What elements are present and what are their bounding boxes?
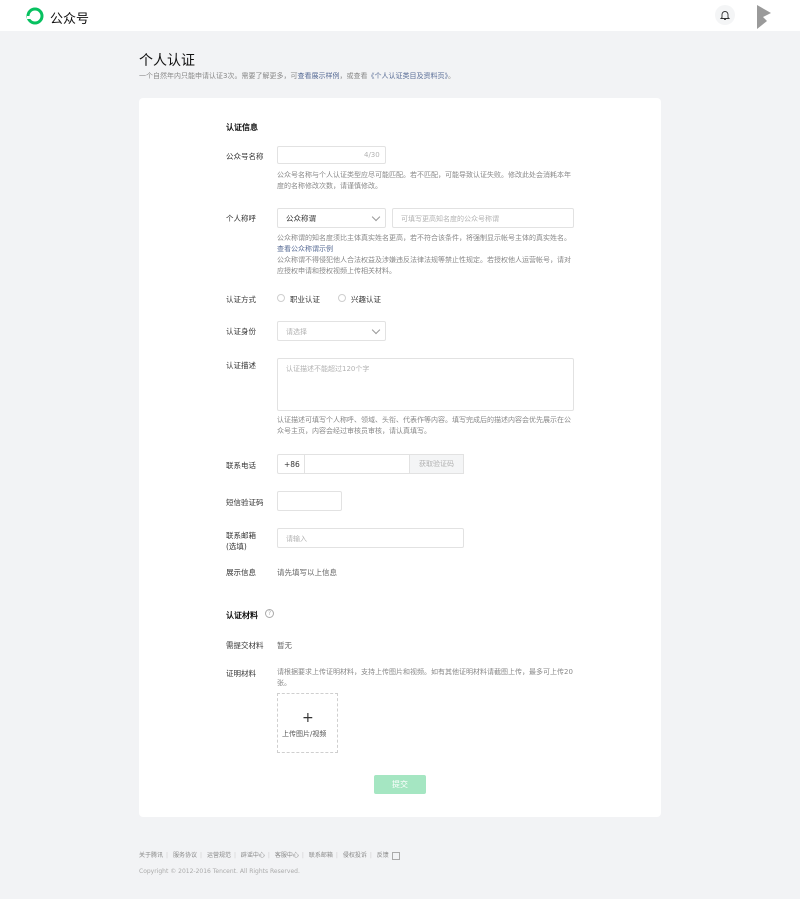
copyright: Copyright © 2012-2016 Tencent. All Right… — [139, 868, 300, 875]
personal-title-placeholder: 可填写更高知名度的公众号称谓 — [401, 215, 499, 223]
user-avatar[interactable] — [757, 5, 777, 29]
radio-interest-label[interactable]: 兴趣认证 — [351, 294, 381, 305]
footer-link[interactable]: 客服中心 — [275, 852, 299, 859]
footer-separator: | — [369, 852, 372, 859]
footer-separator: | — [335, 852, 338, 859]
plus-icon: + — [302, 710, 314, 726]
method-label: 认证方式 — [226, 295, 256, 304]
phone-label: 联系电话 — [226, 461, 256, 470]
proof-hint: 请根据要求上传证明材料，支持上传图片和视频。如有其他证明材料请截图上传，最多可上… — [277, 668, 573, 687]
footer-link[interactable]: 关于腾讯 — [139, 852, 163, 859]
account-name-hint: 公众号名称与个人认证类型应尽可能匹配。若不匹配，可能导致认证失败。修改此处会消耗… — [277, 171, 571, 190]
get-code-button[interactable]: 获取验证码 — [409, 454, 464, 474]
footer-separator: | — [267, 852, 270, 859]
personal-title-select-value: 公众称谓 — [286, 214, 316, 223]
radio-professional-label[interactable]: 职业认证 — [290, 294, 320, 305]
footer-separator: | — [166, 852, 169, 859]
required-materials-value: 暂无 — [277, 641, 292, 650]
personal-title-label: 个人称呼 — [226, 214, 256, 223]
phone-divider — [304, 455, 305, 473]
radio-interest[interactable] — [338, 294, 346, 302]
radio-professional[interactable] — [277, 294, 285, 302]
email-placeholder: 请输入 — [286, 535, 307, 543]
footer-link[interactable]: 侵权投诉 — [343, 852, 367, 859]
qr-code-icon[interactable] — [391, 851, 400, 860]
description-hint: 认证描述可填写个人称呼、领域、头衔、代表作等内容。填写完成后的描述内容会优先展示… — [277, 416, 571, 435]
desc-text-mid: ，或查看 — [339, 72, 368, 80]
footer-link[interactable]: 运营规范 — [207, 852, 231, 859]
footer-link[interactable]: 服务协议 — [173, 852, 197, 859]
page-description: 一个自然年内只能申请认证3次。需要了解更多，可查看展示样例，或查看《个人认证类目… — [139, 71, 455, 81]
example-link[interactable]: 查看展示样例 — [297, 72, 339, 80]
email-label-optional: (选填) — [226, 542, 247, 551]
section-title-info: 认证信息 — [226, 123, 258, 132]
desc-suffix: 。 — [447, 72, 455, 80]
footer-separator: | — [233, 852, 236, 859]
email-label: 联系邮箱 — [226, 531, 256, 540]
personal-title-hint: 公众称谓的知名度须比主体真实姓名更高，若不符合该条件，将强制显示帐号主体的真实姓… — [277, 233, 577, 277]
footer-links: 关于腾讯 | 服务协议 | 运营规范 | 辟谣中心 | 客服中心 | 联系邮箱 | 侵权投诉… — [139, 850, 403, 860]
desc-text: 一个自然年内只能申请认证3次。需要了解更多，可 — [139, 72, 298, 80]
help-question-icon[interactable]: ? — [265, 609, 274, 618]
title-example-link[interactable]: 查看公众称谓示例 — [277, 245, 333, 253]
footer-link[interactable]: 反馈 — [377, 852, 389, 859]
required-materials-label: 需提交材料 — [226, 641, 264, 650]
sms-label: 短信验证码 — [226, 498, 264, 507]
page-title: 个人认证 — [139, 53, 195, 69]
brand-name[interactable]: 公众号 — [50, 8, 89, 27]
account-name-label: 公众号名称 — [226, 152, 264, 161]
identity-placeholder: 请选择 — [286, 328, 307, 336]
footer-separator: | — [199, 852, 203, 859]
account-name-counter: 4/30 — [364, 151, 380, 159]
hint-text-2: 公众称谓不得侵犯他人合法权益及涉嫌违反法律法规等禁止性规定。若授权他人运营帐号，… — [277, 256, 571, 275]
display-value: 请先填写以上信息 — [277, 568, 337, 577]
display-label: 展示信息 — [226, 568, 256, 577]
category-link[interactable]: 《个人认证类目及资料页》 — [367, 72, 448, 80]
phone-prefix: +86 — [284, 460, 300, 469]
description-placeholder: 认证描述不能超过120个字 — [286, 365, 370, 373]
footer-link[interactable]: 辟谣中心 — [241, 852, 265, 859]
footer-separator: | — [301, 852, 304, 859]
wechat-logo-icon[interactable] — [26, 7, 44, 25]
top-bar: 公众号 — [0, 0, 800, 31]
notification-bell-icon[interactable] — [715, 5, 735, 25]
upload-label: 上传图片/视频 — [282, 730, 327, 738]
submit-button[interactable]: 提交 — [374, 775, 426, 794]
footer-link[interactable]: 联系邮箱 — [309, 852, 333, 859]
identity-label: 认证身份 — [226, 327, 256, 336]
description-label: 认证描述 — [226, 361, 256, 370]
section-title-materials: 认证材料 — [226, 611, 258, 620]
hint-text: 公众称谓的知名度须比主体真实姓名更高，若不符合该条件，将强制显示帐号主体的真实姓… — [277, 234, 571, 242]
proof-label: 证明材料 — [226, 669, 256, 678]
sms-code-input[interactable] — [277, 491, 342, 511]
